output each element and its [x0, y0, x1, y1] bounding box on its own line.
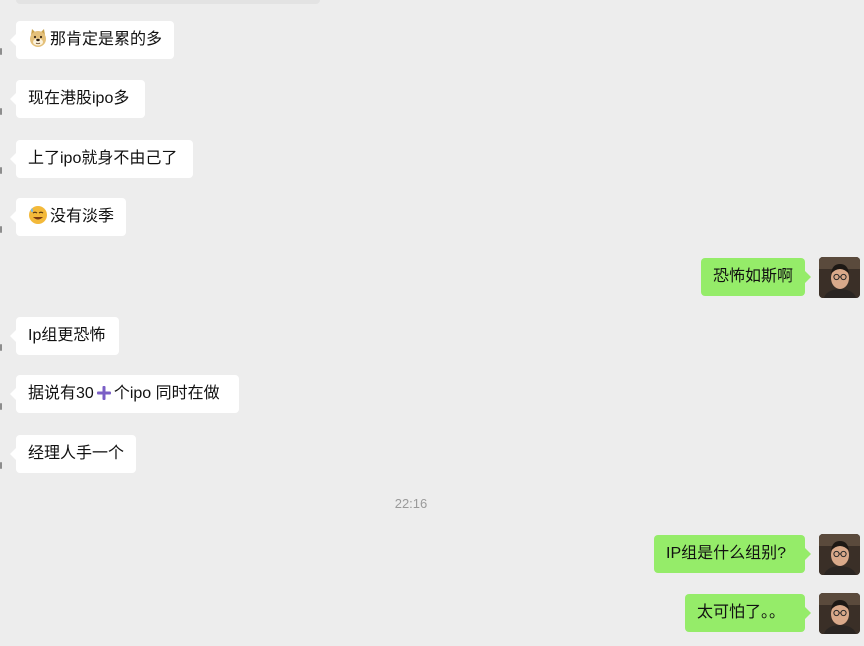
avatar-portrait-icon [819, 534, 860, 575]
incoming-message-bubble[interactable]: 没有淡季 [10, 198, 126, 236]
message-text: 太可怕了。。 [697, 604, 786, 621]
user-avatar[interactable] [819, 257, 860, 298]
doge-emoji-icon [30, 29, 46, 47]
message-text: 现在港股ipo多 [28, 90, 130, 107]
scroll-edge-marker [0, 403, 2, 410]
message-text: Ip组更恐怖 [28, 327, 106, 344]
avatar-portrait-icon [819, 593, 860, 634]
incoming-message-bubble[interactable]: Ip组更恐怖 [10, 317, 119, 355]
plus-icon [96, 386, 111, 400]
incoming-message-bubble[interactable]: 那肯定是累的多 [10, 21, 174, 59]
scroll-edge-marker [0, 462, 2, 469]
outgoing-message-bubble[interactable]: 恐怖如斯啊 [701, 258, 811, 296]
message-text: 恐怖如斯啊 [713, 268, 794, 285]
outgoing-message-bubble[interactable]: 太可怕了。。 [685, 594, 811, 632]
sweat-smile-emoji-icon [29, 206, 47, 224]
scroll-edge-marker [0, 48, 2, 55]
scroll-edge-marker [0, 226, 2, 233]
outgoing-message-bubble[interactable]: IP组是什么组别? [654, 535, 811, 573]
message-text: IP组是什么组别? [666, 545, 787, 562]
scroll-edge-marker [0, 108, 2, 115]
user-avatar[interactable] [819, 593, 860, 634]
scroll-edge-marker [0, 344, 2, 351]
partial-message-bubble [16, 0, 320, 4]
incoming-message-bubble[interactable]: 上了ipo就身不由己了 [10, 140, 193, 178]
message-text: 那肯定是累的多 [50, 31, 163, 48]
scroll-edge-marker [0, 167, 2, 174]
incoming-message-bubble[interactable]: 据说有30 个ipo 同时在做 [10, 375, 239, 413]
message-text: 上了ipo就身不由己了 [28, 150, 178, 167]
incoming-message-bubble[interactable]: 现在港股ipo多 [10, 80, 145, 118]
message-text: 没有淡季 [50, 208, 115, 225]
avatar-portrait-icon [819, 257, 860, 298]
message-timestamp: 22:16 [394, 496, 428, 511]
user-avatar[interactable] [819, 534, 860, 575]
message-text: 经理人手一个 [28, 445, 125, 462]
incoming-message-bubble[interactable]: 经理人手一个 [10, 435, 136, 473]
message-text: 个ipo 同时在做 [113, 385, 220, 402]
message-text: 据说有30 [28, 385, 94, 402]
chat-message-area: 那肯定是累的多 现在港股ipo多 上了ipo就身不由己了 没有淡季 恐怖如斯啊 [0, 0, 864, 646]
